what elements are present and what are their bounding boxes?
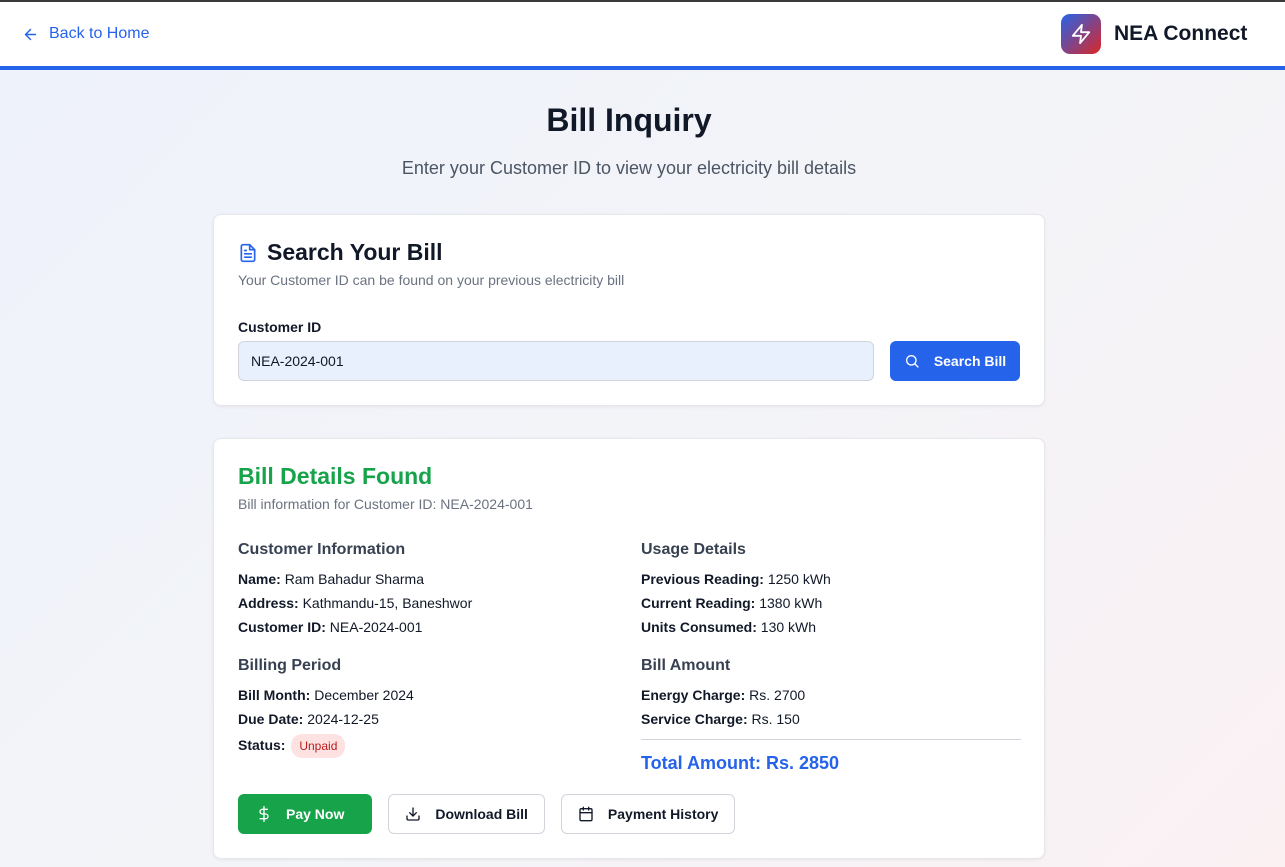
- file-text-icon: [240, 243, 256, 262]
- download-bill-label: Download Bill: [435, 806, 528, 822]
- service-charge-row: Service Charge: Rs. 150: [641, 710, 1021, 734]
- zap-icon: [1071, 23, 1091, 45]
- units-consumed: 130 kWh: [760, 619, 817, 635]
- customer-id-input[interactable]: [238, 341, 874, 381]
- bill-details-title: Bill Details Found: [238, 463, 433, 489]
- field-key: Previous Reading:: [641, 571, 764, 587]
- field-key: Due Date:: [238, 711, 304, 727]
- calendar-icon: [579, 806, 593, 822]
- bill-month-row: Bill Month: December 2024: [238, 686, 618, 710]
- page-title: Bill Inquiry: [546, 102, 712, 138]
- customer-name-row: Name: Ram Bahadur Sharma: [238, 570, 618, 594]
- search-card-header: Search Your Bill: [238, 239, 443, 266]
- payment-history-button[interactable]: Payment History: [560, 794, 736, 834]
- customer-id-row: Customer ID: NEA-2024-001: [238, 618, 618, 642]
- current-reading: 1380 kWh: [759, 595, 823, 611]
- section-heading: Bill Amount: [641, 657, 731, 674]
- back-to-home-link[interactable]: Back to Home: [22, 25, 149, 43]
- search-icon: [905, 355, 919, 368]
- field-key: Bill Month:: [238, 687, 311, 703]
- field-key: Energy Charge:: [641, 687, 746, 703]
- back-link-label: Back to Home: [49, 25, 150, 42]
- status-row: Status: Unpaid: [238, 734, 618, 758]
- field-key: Name:: [238, 571, 281, 587]
- pay-now-button[interactable]: Pay Now: [238, 794, 373, 834]
- brand-name: NEA Connect: [1114, 22, 1248, 45]
- brand[interactable]: NEA Connect: [1061, 14, 1247, 54]
- billing-period-section: Billing Period Bill Month: December 2024…: [238, 657, 618, 758]
- arrow-left-icon: [24, 28, 37, 40]
- search-card-description: Your Customer ID can be found on your pr…: [238, 272, 625, 288]
- customer-id-value: NEA-2024-001: [329, 619, 423, 635]
- section-heading: Billing Period: [238, 657, 342, 674]
- top-bar: Back to Home NEA Connect: [0, 0, 1285, 70]
- download-icon: [406, 807, 421, 821]
- service-charge: Rs. 150: [751, 711, 800, 727]
- status-badge: Unpaid: [291, 734, 346, 758]
- bill-month: December 2024: [314, 687, 414, 703]
- due-date-row: Due Date: 2024-12-25: [238, 710, 618, 734]
- customer-id-label: Customer ID: [238, 319, 322, 335]
- field-key: Status:: [238, 737, 286, 753]
- previous-reading: 1250 kWh: [767, 571, 831, 587]
- previous-reading-row: Previous Reading: 1250 kWh: [641, 570, 1021, 594]
- energy-charge-row: Energy Charge: Rs. 2700: [641, 686, 1021, 710]
- pay-now-label: Pay Now: [286, 806, 345, 822]
- current-reading-row: Current Reading: 1380 kWh: [641, 594, 1021, 618]
- brand-logo: [1061, 14, 1101, 54]
- due-date: 2024-12-25: [307, 711, 379, 727]
- units-consumed-row: Units Consumed: 130 kWh: [641, 618, 1021, 642]
- customer-address-row: Address: Kathmandu-15, Baneshwor: [238, 594, 618, 618]
- customer-address: Kathmandu-15, Baneshwor: [302, 595, 473, 611]
- search-card-title: Search Your Bill: [267, 239, 443, 265]
- section-heading: Usage Details: [641, 541, 746, 558]
- section-heading: Customer Information: [238, 541, 406, 558]
- energy-charge: Rs. 2700: [749, 687, 806, 703]
- bill-actions: Pay Now Download Bill Payment History: [238, 794, 736, 834]
- payment-history-label: Payment History: [607, 806, 719, 822]
- customer-name: Ram Bahadur Sharma: [284, 571, 424, 587]
- page-subtitle: Enter your Customer ID to view your elec…: [401, 158, 857, 178]
- field-key: Address:: [238, 595, 299, 611]
- bill-details-description: Bill information for Customer ID: NEA-20…: [238, 496, 533, 512]
- field-key: Current Reading:: [641, 595, 756, 611]
- download-bill-button[interactable]: Download Bill: [388, 794, 545, 834]
- divider: [641, 739, 1021, 740]
- search-card: Search Your Bill Your Customer ID can be…: [213, 214, 1045, 406]
- customer-information-section: Customer Information Name: Ram Bahadur S…: [238, 541, 618, 642]
- field-key: Customer ID:: [238, 619, 326, 635]
- usage-details-section: Usage Details Previous Reading: 1250 kWh…: [641, 541, 1021, 642]
- total-amount: Total Amount: Rs. 2850: [641, 753, 840, 773]
- field-key: Service Charge:: [641, 711, 748, 727]
- search-bill-button[interactable]: Search Bill: [890, 341, 1020, 381]
- bill-details-card: Bill Details Found Bill information for …: [213, 438, 1045, 859]
- field-key: Units Consumed:: [641, 619, 757, 635]
- bill-amount-section: Bill Amount Energy Charge: Rs. 2700 Serv…: [641, 657, 1021, 774]
- dollar-icon: [259, 806, 269, 822]
- search-bill-label: Search Bill: [933, 353, 1007, 369]
